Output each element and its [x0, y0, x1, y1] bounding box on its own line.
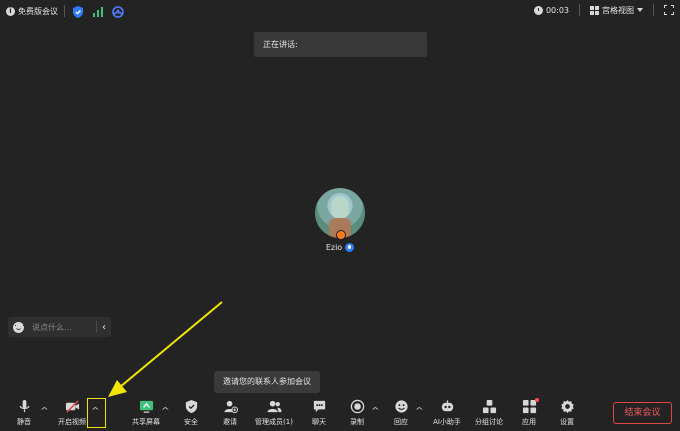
ai-assistant-button[interactable]: AI小助手	[430, 399, 464, 427]
meeting-timer: 00:03	[533, 5, 569, 15]
apps-button[interactable]: 应用	[518, 398, 540, 427]
free-version-label: 免费版会议	[18, 6, 58, 16]
reaction-icon	[393, 399, 409, 414]
host-icon	[336, 230, 346, 240]
speaking-indicator: 正在讲话:	[254, 32, 427, 57]
chevron-down-icon	[637, 8, 643, 12]
free-version-badge[interactable]: i 免费版会议	[6, 6, 58, 17]
microphone-icon	[16, 399, 32, 414]
shield-icon[interactable]	[71, 4, 85, 18]
top-bar-right: 00:03 宫格视图	[533, 4, 674, 16]
mute-label: 静音	[17, 418, 31, 426]
breakout-rooms-label: 分组讨论	[475, 418, 503, 426]
apps-icon	[521, 398, 539, 414]
network-icon[interactable]	[111, 4, 125, 18]
mute-options-chevron-icon[interactable]: ^	[40, 406, 49, 415]
divider	[653, 4, 654, 16]
shield-icon	[183, 399, 199, 414]
chat-icon	[311, 399, 327, 414]
apps-label: 应用	[522, 418, 536, 426]
view-mode-label: 宫格视图	[602, 5, 634, 15]
settings-button[interactable]: 设置	[556, 399, 578, 427]
invite-tooltip: 邀请您的联系人参加会议	[214, 371, 320, 393]
share-screen-label: 共享屏幕	[132, 418, 160, 426]
gear-icon	[559, 399, 575, 414]
reaction-label: 回应	[394, 418, 408, 426]
chat-button[interactable]: 聊天	[308, 399, 330, 427]
microphone-icon	[345, 243, 355, 252]
mute-button[interactable]: 静音	[13, 399, 35, 427]
top-bar: i 免费版会议 00:03 宫格视图	[0, 0, 680, 22]
manage-members-button[interactable]: 管理成员(1)	[252, 399, 296, 427]
add-user-icon	[222, 399, 238, 414]
top-bar-left: i 免费版会议	[6, 4, 125, 18]
participant-name: Ezio	[325, 243, 343, 252]
manage-members-label: 管理成员(1)	[255, 418, 293, 426]
breakout-rooms-button[interactable]: 分组讨论	[472, 399, 506, 427]
divider	[579, 4, 580, 16]
fullscreen-icon[interactable]	[664, 5, 674, 15]
reaction-options-chevron-icon[interactable]: ^	[415, 406, 424, 415]
divider	[64, 5, 65, 17]
security-button[interactable]: 安全	[180, 399, 202, 427]
chat-input-placeholder[interactable]: 说点什么...	[32, 322, 96, 333]
participant-name-row: Ezio	[314, 243, 366, 252]
collapse-chevron-icon[interactable]: ‹	[97, 322, 111, 333]
invite-button[interactable]: 邀请	[219, 399, 241, 427]
record-options-chevron-icon[interactable]: ^	[371, 406, 380, 415]
signal-icon[interactable]	[91, 4, 105, 18]
share-options-chevron-icon[interactable]: ^	[161, 406, 170, 415]
video-options-chevron-icon[interactable]: ^	[91, 406, 100, 415]
participant-tile[interactable]: Ezio	[314, 188, 366, 252]
end-meeting-button[interactable]: 结束会议	[613, 402, 672, 424]
emoji-icon[interactable]	[13, 321, 24, 333]
share-screen-icon	[138, 399, 154, 414]
invite-label: 邀请	[223, 418, 237, 426]
security-label: 安全	[184, 418, 198, 426]
settings-label: 设置	[560, 418, 574, 426]
clock-icon	[533, 5, 543, 15]
ai-assistant-icon	[439, 399, 455, 414]
chat-quick-input[interactable]: 说点什么... ‹	[8, 317, 111, 337]
grid-view-icon	[590, 5, 599, 15]
chat-label: 聊天	[312, 418, 326, 426]
view-mode-button[interactable]: 宫格视图	[590, 5, 643, 16]
record-label: 录制	[350, 418, 364, 426]
video-off-icon	[64, 399, 80, 414]
ai-assistant-label: AI小助手	[433, 418, 461, 426]
start-video-label: 开启视频	[58, 418, 86, 426]
timer-value: 00:03	[545, 5, 569, 15]
start-video-button[interactable]: 开启视频	[56, 399, 88, 427]
record-icon	[349, 399, 365, 414]
share-screen-button[interactable]: 共享屏幕	[128, 399, 164, 427]
meeting-toolbar: 静音 ^ 开启视频 ^ 共享屏幕 ^ 安全 邀请 管理成员(1) 聊天 录制 ^…	[0, 396, 680, 431]
info-icon: i	[6, 6, 15, 16]
breakout-rooms-icon	[481, 399, 497, 414]
reaction-button[interactable]: 回应	[390, 399, 412, 427]
notification-dot	[535, 398, 539, 402]
members-icon	[266, 399, 282, 414]
record-button[interactable]: 录制	[346, 399, 368, 427]
